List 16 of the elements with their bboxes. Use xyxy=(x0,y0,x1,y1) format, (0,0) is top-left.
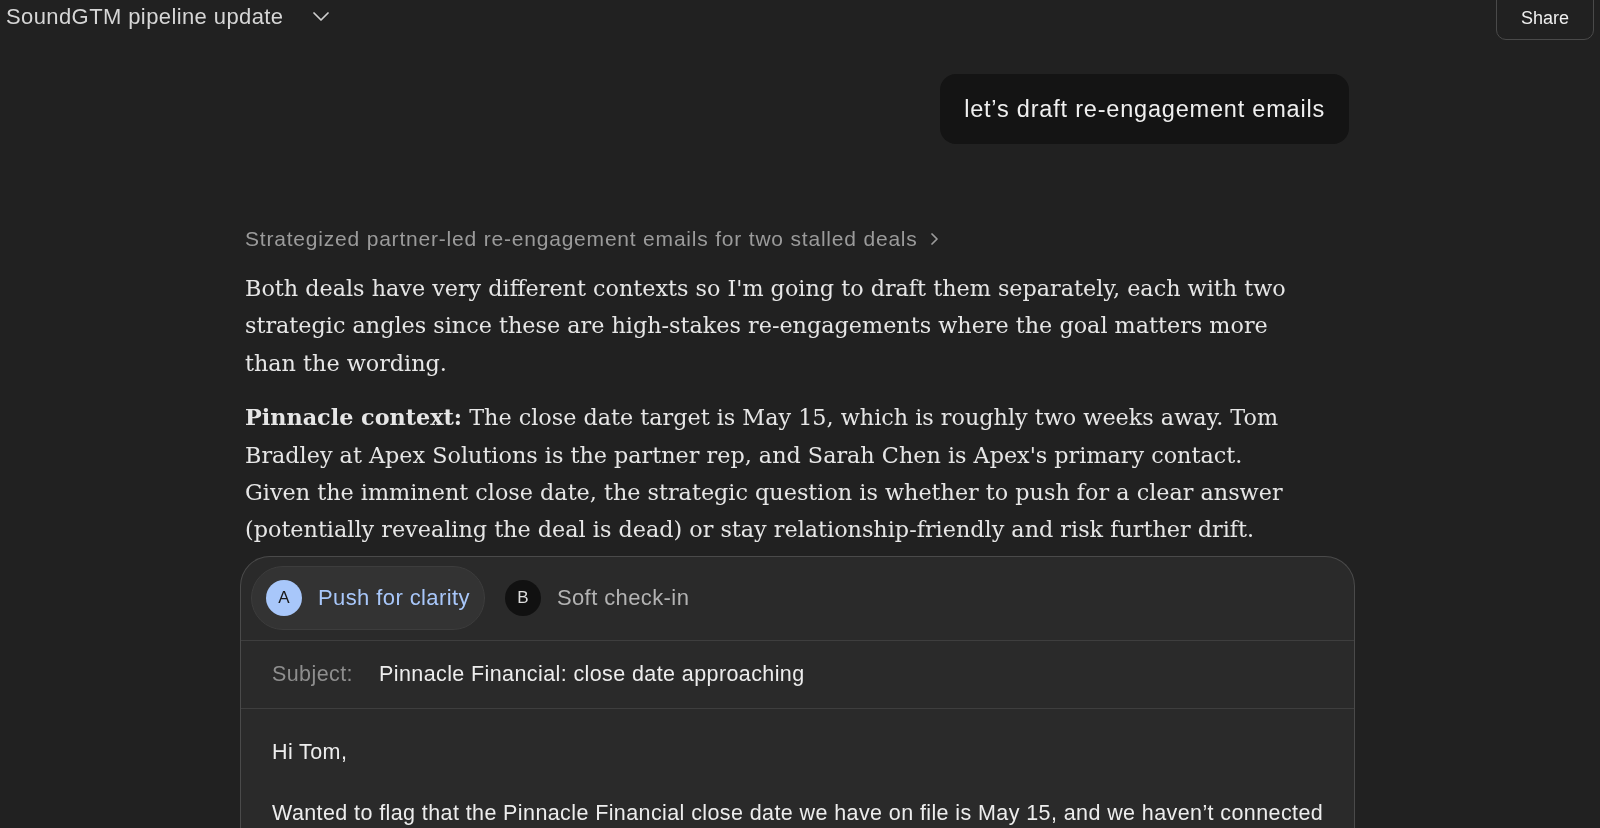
letter-badge: B xyxy=(504,579,541,616)
chevron-down-icon xyxy=(313,11,330,21)
variant-tab[interactable]: A Push for clarity xyxy=(251,565,485,630)
email-body-text: Hi Tom, xyxy=(272,738,349,766)
user-message-bubble: let’s draft re-engagement emails xyxy=(940,74,1349,144)
share-button[interactable]: Share xyxy=(1496,0,1594,40)
letter-badge: A xyxy=(266,579,302,616)
subject-label: Subject: xyxy=(272,660,354,688)
response-paragraph: Pinnacle context: The close date target is May 15, which is roughly two weeks away. Tom Bradley at Apex Solutions is the partner rep, and Sarah Chen is Apex's primary contact. Given the imminent close date, the strategic question is whether to push for a clear answer (potentially revealing the deal is dead) or stay relationship-friendly and risk further drift. xyxy=(245,403,1284,545)
chat-title-button[interactable]: SoundGTM pipeline update xyxy=(0,0,330,32)
email-body-text: Wanted to flag that the Pinnacle Financial close date we have on file is May 15, and we haven’t connected xyxy=(272,799,1325,827)
variant-tab[interactable]: B Soft check-in xyxy=(489,565,705,630)
response-paragraph: Both deals have very different contexts so I'm going to draft them separately, each with two strategic angles since these are high-stakes re-engagements where the goal matters more than the wording. xyxy=(245,274,1287,378)
chevron-right-icon xyxy=(930,233,938,245)
thinking-summary-toggle[interactable]: Strategized partner-led re-engagement emails for two stalled deals xyxy=(245,226,938,252)
subject-text: Pinnacle Financial: close date approaching xyxy=(379,660,805,688)
